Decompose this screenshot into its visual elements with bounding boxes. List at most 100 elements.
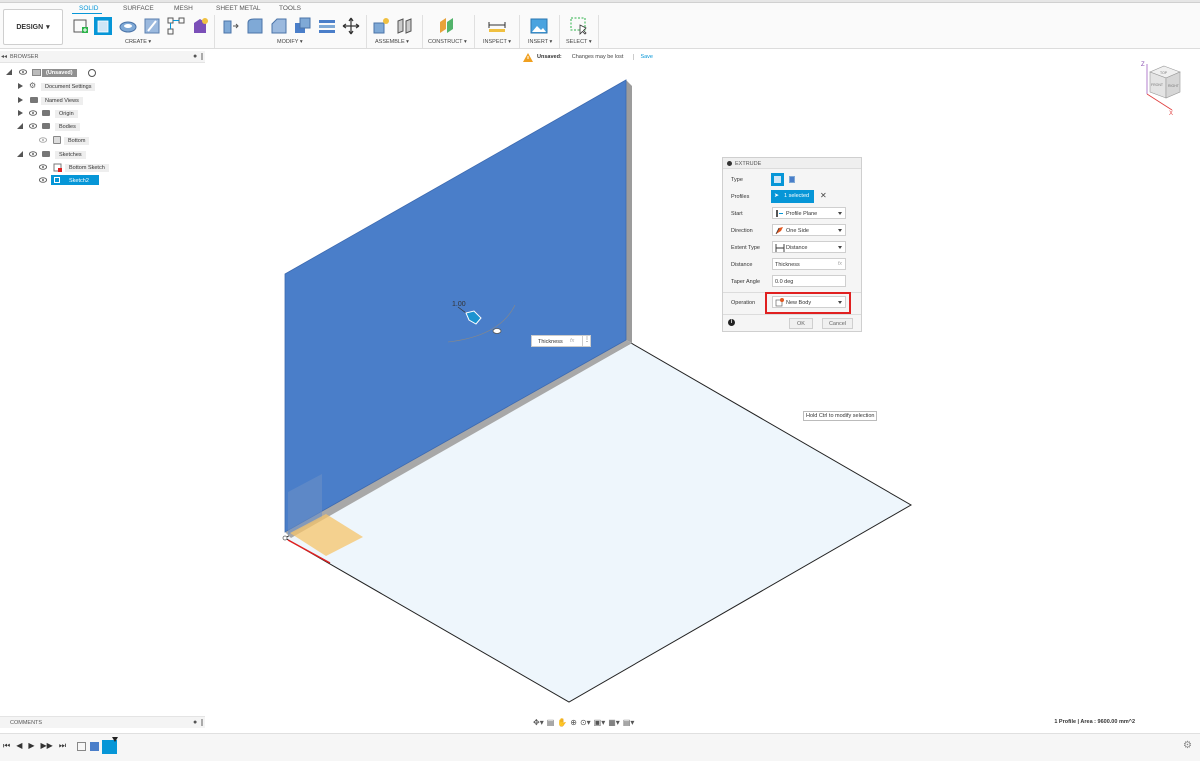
step-forward-icon[interactable]: ▶▶: [41, 741, 53, 751]
insert-menu[interactable]: INSERT ▾: [528, 39, 552, 45]
timeline-sketch-feature-icon[interactable]: [77, 742, 86, 751]
tree-item-named-views[interactable]: Named Views: [0, 95, 205, 106]
tree-item-sketch2[interactable]: Sketch2: [0, 175, 205, 186]
step-back-icon[interactable]: ◀: [16, 741, 22, 751]
timeline-active-sketch-icon[interactable]: [102, 740, 117, 754]
insert-image-icon[interactable]: [530, 17, 548, 35]
tree-item-document-settings[interactable]: ⚙ Document Settings: [0, 81, 205, 92]
expand-toggle-icon[interactable]: [17, 151, 23, 157]
fillet-icon[interactable]: [246, 17, 264, 35]
timeline-extrude-feature-icon[interactable]: [90, 742, 99, 751]
measure-icon[interactable]: [488, 17, 506, 35]
tree-item-bottom-body[interactable]: Bottom: [0, 135, 205, 146]
distance-input[interactable]: Thickness fx: [772, 258, 846, 270]
extent-type-dropdown[interactable]: Distance: [772, 241, 846, 253]
taper-handle[interactable]: [492, 328, 502, 334]
expand-toggle-icon[interactable]: [17, 123, 23, 129]
tab-solid[interactable]: SOLID: [79, 5, 99, 12]
pan-hand-icon[interactable]: ✋: [557, 718, 567, 727]
clear-selection-icon[interactable]: ✕: [820, 191, 827, 200]
fit-icon[interactable]: ⊙▾: [580, 718, 591, 727]
tab-mesh[interactable]: MESH: [174, 5, 193, 12]
select-menu[interactable]: SELECT ▾: [566, 39, 592, 45]
panel-grip-icon[interactable]: [201, 719, 203, 726]
zoom-icon[interactable]: ⊕: [570, 718, 577, 727]
expand-toggle-icon[interactable]: [6, 69, 12, 75]
shell-icon[interactable]: [294, 17, 312, 35]
expand-toggle-icon[interactable]: [18, 110, 23, 116]
expand-toggle-icon[interactable]: [18, 83, 23, 89]
display-settings-icon[interactable]: ▣▾: [594, 718, 606, 727]
eye-icon[interactable]: [29, 110, 37, 116]
offset-plane-icon[interactable]: [438, 17, 456, 35]
tree-item-sketches[interactable]: Sketches: [0, 149, 205, 160]
comments-panel-header[interactable]: COMMENTS ●: [0, 716, 205, 728]
orbit-icon[interactable]: ✥▾: [533, 718, 544, 727]
press-pull-icon[interactable]: [222, 17, 240, 35]
timeline-marker-icon[interactable]: [112, 737, 118, 742]
modify-menu[interactable]: MODIFY ▾: [277, 39, 303, 45]
collapse-left-icon[interactable]: ◂◂: [1, 53, 7, 60]
taper-angle-input[interactable]: 0.0 deg: [772, 275, 846, 287]
play-icon[interactable]: ▶: [28, 741, 34, 751]
workspace-switcher[interactable]: DESIGN ▾: [3, 9, 63, 45]
create-sketch-icon[interactable]: [72, 17, 90, 35]
panel-grip-icon[interactable]: [201, 53, 203, 60]
combine-icon[interactable]: [318, 17, 336, 35]
browser-options-icon[interactable]: ●: [193, 53, 197, 60]
cancel-button[interactable]: Cancel: [822, 318, 853, 329]
dialog-collapse-icon[interactable]: [727, 161, 732, 166]
viewports-icon[interactable]: ▤▾: [623, 718, 635, 727]
go-to-start-icon[interactable]: ⏮: [3, 741, 10, 751]
select-window-icon[interactable]: [570, 17, 588, 35]
type-solid-button[interactable]: [771, 173, 784, 186]
eye-icon[interactable]: [39, 164, 47, 170]
assemble-menu[interactable]: ASSEMBLE ▾: [375, 39, 409, 45]
move-icon[interactable]: [342, 17, 360, 35]
save-button[interactable]: Save: [633, 54, 653, 60]
fx-icon[interactable]: fx: [570, 338, 574, 344]
profiles-selector[interactable]: ➤ 1 selected: [771, 190, 814, 203]
joint-icon[interactable]: [396, 17, 414, 35]
tab-surface[interactable]: SURFACE: [123, 5, 154, 12]
eye-icon[interactable]: [19, 69, 27, 75]
eye-icon[interactable]: [39, 137, 47, 143]
more-options-icon[interactable]: ⋮: [582, 336, 591, 346]
comments-add-icon[interactable]: ●: [193, 719, 197, 726]
pattern-icon[interactable]: [167, 17, 185, 35]
tab-sheet-metal[interactable]: SHEET METAL: [216, 5, 261, 12]
extrude-icon[interactable]: [94, 17, 112, 35]
timeline-settings-icon[interactable]: ⚙: [1183, 740, 1192, 751]
create-form-icon[interactable]: [191, 17, 209, 35]
info-icon[interactable]: i: [728, 319, 735, 326]
type-thin-button[interactable]: [787, 174, 798, 185]
expand-toggle-icon[interactable]: [18, 97, 23, 103]
direction-dropdown[interactable]: One Side: [772, 224, 846, 236]
construct-menu[interactable]: CONSTRUCT ▾: [428, 39, 467, 45]
new-component-icon[interactable]: [372, 17, 390, 35]
eye-icon[interactable]: [39, 177, 47, 183]
3d-viewport[interactable]: 1.00: [206, 64, 1200, 716]
ok-button[interactable]: OK: [789, 318, 813, 329]
tree-item-bodies[interactable]: Bodies: [0, 121, 205, 132]
inspect-menu[interactable]: INSPECT ▾: [483, 39, 511, 45]
look-at-icon[interactable]: ▤: [547, 718, 555, 727]
operation-dropdown[interactable]: New Body: [772, 296, 846, 308]
tree-item-origin[interactable]: Origin: [0, 108, 205, 119]
distance-fx-icon[interactable]: fx: [838, 261, 842, 267]
distance-input-overlay[interactable]: Thickness fx ⋮: [531, 335, 591, 347]
target-icon[interactable]: [88, 68, 96, 77]
tree-root[interactable]: (Unsaved): [0, 67, 205, 78]
sweep-icon[interactable]: [143, 17, 161, 35]
view-cube[interactable]: Z X TOP FRONT RIGHT: [1136, 58, 1192, 118]
chamfer-icon[interactable]: [270, 17, 288, 35]
revolve-icon[interactable]: [119, 17, 137, 35]
tab-tools[interactable]: TOOLS: [279, 5, 301, 12]
eye-icon[interactable]: [29, 151, 37, 157]
start-dropdown[interactable]: Profile Plane: [772, 207, 846, 219]
grid-settings-icon[interactable]: ▦▾: [608, 718, 620, 727]
eye-icon[interactable]: [29, 123, 37, 129]
extrude-dialog-header[interactable]: EXTRUDE: [723, 158, 861, 169]
tree-item-bottom-sketch[interactable]: Bottom Sketch: [0, 162, 205, 173]
create-menu[interactable]: CREATE ▾: [125, 39, 151, 45]
